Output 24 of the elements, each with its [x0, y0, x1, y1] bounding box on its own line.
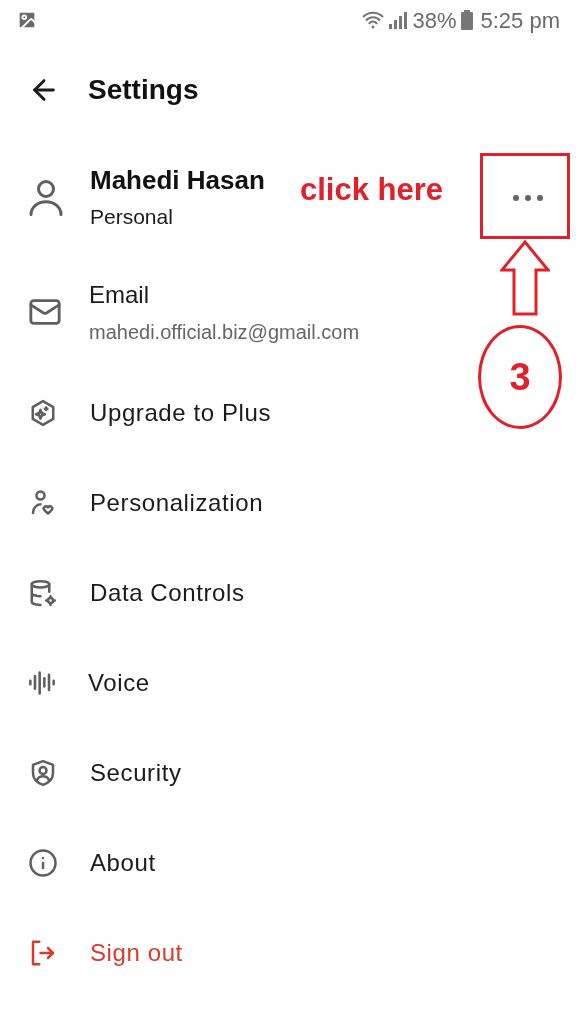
page-title: Settings	[88, 73, 199, 107]
settings-menu-item[interactable]: Voice	[0, 638, 576, 728]
settings-menu-item[interactable]: Data Controls	[0, 548, 576, 638]
battery-percentage: 38%	[412, 6, 457, 35]
email-address: mahedi.official.biz@gmail.com	[89, 320, 360, 345]
settings-menu-item[interactable]: Security	[0, 728, 576, 818]
audio-lines-icon	[28, 669, 56, 697]
signal-icon	[388, 11, 409, 29]
settings-menu-item[interactable]: Personalization	[0, 458, 576, 548]
email-label: Email	[89, 280, 150, 310]
profile-name: Mahedi Hasan	[90, 164, 265, 197]
database-gear-icon	[28, 578, 58, 608]
info-icon	[28, 848, 58, 878]
battery-icon	[460, 10, 473, 30]
wifi-icon	[362, 11, 385, 29]
more-icon	[512, 194, 544, 202]
person-icon	[28, 178, 64, 218]
image-icon	[16, 9, 38, 31]
callout-text: click here	[300, 174, 444, 205]
profile-plan: Personal	[90, 203, 174, 230]
clock-time: 5:25 pm	[480, 6, 560, 35]
settings-menu-item[interactable]: Sign out	[0, 908, 576, 998]
settings-menu-item[interactable]: About	[0, 818, 576, 908]
step-number: 3	[478, 325, 562, 429]
